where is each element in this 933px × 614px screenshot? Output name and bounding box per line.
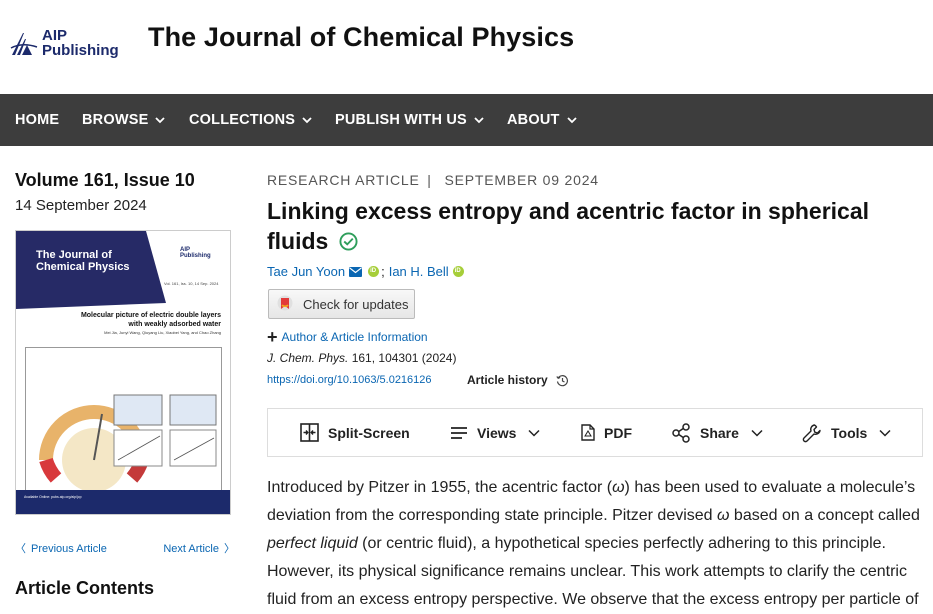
- split-screen-label: Split-Screen: [328, 424, 410, 441]
- share-icon: [672, 422, 690, 443]
- nav-publish-with-us[interactable]: PUBLISH WITH US: [335, 94, 484, 146]
- perfect-liquid-term: perfect liquid: [267, 535, 358, 552]
- nav-about-label: ABOUT: [507, 112, 560, 128]
- article-toolbar: Split-Screen Views PDF Share Tools: [267, 408, 923, 457]
- tools-label: Tools: [831, 424, 868, 441]
- cover-volume-text: Vol. 161, Iss. 10, 14 Sep. 2024: [164, 281, 219, 286]
- views-dropdown[interactable]: Views: [450, 409, 540, 456]
- pdf-file-icon: [581, 424, 595, 441]
- abstract-text-1: Introduced by Pitzer in 1955, the acentr…: [267, 479, 613, 496]
- aip-logo-line1: AIP: [42, 27, 68, 44]
- abstract-paragraph: Introduced by Pitzer in 1955, the acentr…: [267, 474, 927, 614]
- nav-browse[interactable]: BROWSE: [82, 94, 166, 146]
- issue-cover-image[interactable]: The Journal of Chemical Physics AIP Publ…: [15, 230, 231, 515]
- nav-publish-label: PUBLISH WITH US: [335, 112, 467, 128]
- cover-aip-line2: Publishing: [180, 253, 211, 259]
- nav-about[interactable]: ABOUT: [507, 94, 577, 146]
- history-clock-icon: [556, 374, 568, 386]
- orcid-icon[interactable]: iD: [452, 266, 464, 277]
- mail-icon[interactable]: [349, 266, 363, 277]
- article-contents-heading: Article Contents: [15, 578, 155, 598]
- journal-title[interactable]: The Journal of Chemical Physics: [148, 22, 574, 53]
- split-screen-button[interactable]: Split-Screen: [300, 409, 410, 456]
- article-title: Linking excess entropy and acentric fact…: [267, 196, 917, 256]
- author-article-info-toggle[interactable]: + Author & Article Information: [267, 327, 428, 347]
- share-label: Share: [700, 424, 739, 441]
- cover-footer-text: Available Online: pubs.aip.org/aip/jcp: [24, 495, 82, 499]
- article-history-toggle[interactable]: Article history: [467, 373, 569, 387]
- previous-article-label: Previous Article: [31, 543, 107, 555]
- share-dropdown[interactable]: Share: [671, 409, 763, 456]
- article-type: RESEARCH ARTICLE: [267, 172, 420, 188]
- cover-article-title: Molecular picture of electric double lay…: [80, 312, 221, 328]
- journal-abbrev: J. Chem. Phys.: [267, 351, 349, 365]
- author-link-bell[interactable]: Ian H. Bell: [389, 264, 449, 279]
- doi-link[interactable]: https://doi.org/10.1063/5.0216126: [267, 374, 432, 386]
- abstract-text-4: (or centric fluid), a hypothetical speci…: [267, 535, 919, 608]
- previous-article-link[interactable]: 〈 Previous Article: [15, 540, 107, 556]
- split-screen-icon: [300, 423, 319, 442]
- nav-collections-label: COLLECTIONS: [189, 112, 296, 128]
- issue-date: 14 September 2024: [15, 197, 147, 214]
- cover-journal-line2: Chemical Physics: [36, 261, 130, 273]
- main-nav: HOME BROWSE COLLECTIONS PUBLISH WITH US …: [0, 94, 933, 146]
- site-header: AIP Publishing The Journal of Chemical P…: [0, 0, 933, 94]
- aip-logo-icon: [10, 33, 38, 55]
- orcid-icon[interactable]: iD: [368, 266, 380, 277]
- chevron-right-icon: 〉: [224, 543, 235, 555]
- tools-dropdown[interactable]: Tools: [802, 409, 891, 456]
- chevron-left-icon: 〈: [15, 543, 26, 555]
- chevron-down-icon: [751, 429, 763, 437]
- citation-details: 161, 104301 (2024): [351, 351, 457, 365]
- author-separator: ;: [381, 264, 385, 279]
- check-for-updates-label: Check for updates: [303, 296, 409, 312]
- issue-volume[interactable]: Volume 161, Issue 10: [15, 170, 195, 191]
- views-label: Views: [477, 424, 517, 441]
- orcid-glyph: iD: [454, 268, 461, 274]
- article-history-label: Article history: [467, 373, 548, 387]
- author-article-info-label: Author & Article Information: [281, 330, 428, 344]
- chevron-down-icon: [566, 117, 577, 124]
- views-icon: [451, 426, 467, 439]
- nav-collections[interactable]: COLLECTIONS: [189, 94, 312, 146]
- omega-symbol: ω: [612, 479, 625, 496]
- chevron-down-icon: [474, 117, 484, 124]
- pdf-label: PDF: [604, 424, 632, 441]
- omega-symbol: ω: [717, 507, 730, 524]
- orcid-glyph: iD: [370, 268, 377, 274]
- aip-publishing-logo[interactable]: AIP Publishing: [10, 28, 120, 62]
- next-article-link[interactable]: Next Article 〉: [163, 540, 235, 556]
- chevron-down-icon: [155, 117, 166, 124]
- kicker-separator: |: [427, 172, 432, 188]
- nav-home-label: HOME: [15, 112, 60, 128]
- next-article-label: Next Article: [163, 543, 219, 555]
- aip-logo-line2: Publishing: [42, 42, 119, 59]
- article-kicker: RESEARCH ARTICLE | SEPTEMBER 09 2024: [267, 172, 599, 188]
- cover-article-authors: Mei Jia, Junyi Wang, Qiuyang Liu, Xiaobe…: [104, 330, 221, 335]
- author-list: Tae Jun Yoon iD ; Ian H. Bell iD: [267, 264, 464, 279]
- chevron-down-icon: [879, 429, 891, 437]
- chevron-down-icon: [302, 117, 312, 124]
- abstract: Introduced by Pitzer in 1955, the acentr…: [267, 474, 927, 614]
- verified-check-icon: [339, 232, 358, 251]
- cover-illustration: [25, 347, 222, 509]
- citation: J. Chem. Phys. 161, 104301 (2024): [267, 351, 456, 365]
- plus-icon: +: [267, 327, 278, 347]
- crossmark-icon: [277, 295, 293, 311]
- nav-browse-label: BROWSE: [82, 112, 149, 128]
- cover-footer: Available Online: pubs.aip.org/aip/jcp: [16, 490, 230, 514]
- nav-home[interactable]: HOME: [15, 94, 59, 146]
- wrench-icon: [802, 423, 821, 442]
- pdf-button[interactable]: PDF: [581, 409, 632, 456]
- author-link-yoon[interactable]: Tae Jun Yoon: [267, 264, 345, 279]
- article-date: SEPTEMBER 09 2024: [444, 172, 599, 188]
- cover-journal-line1: The Journal of: [36, 249, 112, 261]
- cover-aip-logo: AIP Publishing: [180, 247, 211, 259]
- check-for-updates-button[interactable]: Check for updates: [268, 289, 415, 319]
- chevron-down-icon: [528, 429, 540, 437]
- abstract-text-3: based on a concept called: [729, 507, 920, 524]
